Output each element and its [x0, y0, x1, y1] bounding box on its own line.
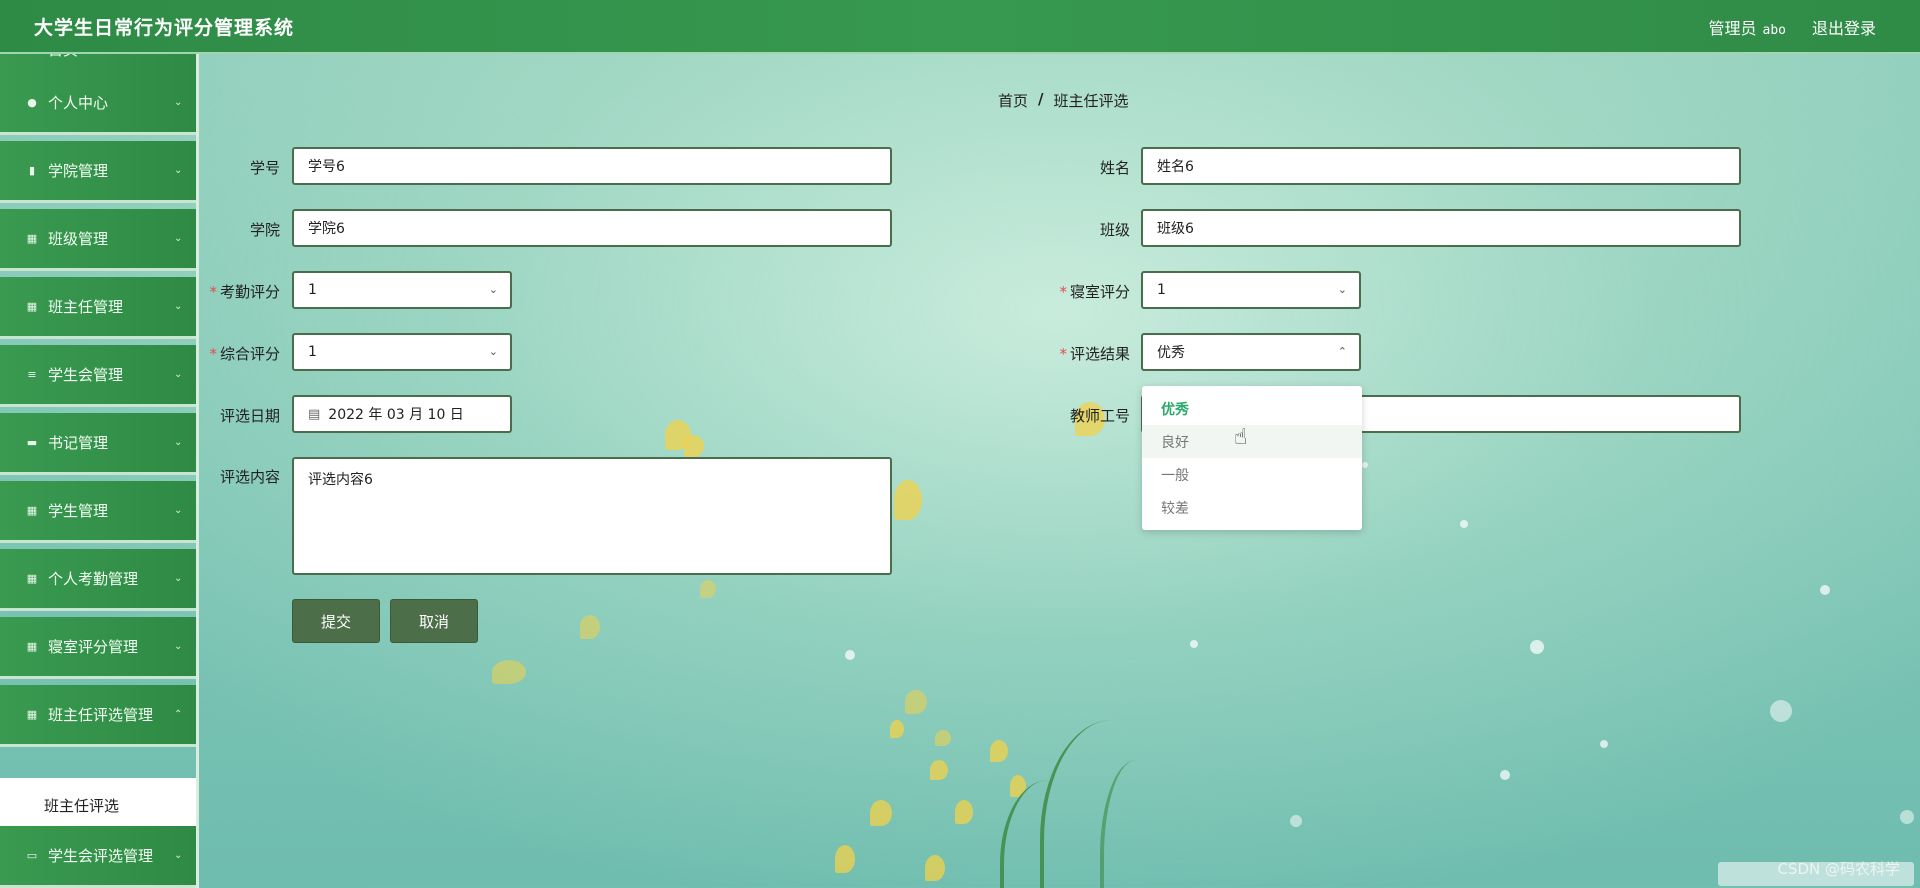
required-mark: *	[1059, 283, 1067, 301]
chevron-down-icon: ⌄	[174, 437, 183, 448]
hand-cursor-icon: ☝	[1234, 425, 1248, 450]
chevron-down-icon: ⌄	[174, 233, 183, 244]
result-value: 优秀	[1157, 345, 1185, 361]
sidebar-item-student-union-selection[interactable]: ▭ 学生会评选管理 ⌄	[0, 826, 196, 888]
grid-icon: ▦	[26, 640, 38, 653]
chevron-down-icon: ⌄	[488, 345, 498, 358]
required-mark: *	[209, 345, 217, 363]
sidebar-item-student-union[interactable]: ≡ 学生会管理 ⌄	[0, 345, 196, 407]
sidebar-item-dorm-score[interactable]: ▦ 寝室评分管理 ⌄	[0, 617, 196, 679]
sidebar-item-label: 寝室评分管理	[48, 638, 139, 656]
chevron-down-icon: ⌄	[1337, 283, 1347, 296]
grid-icon: ▦	[26, 708, 38, 721]
chevron-down-icon: ⌄	[174, 97, 183, 108]
dorm-score-select[interactable]: 1 ⌄	[1141, 271, 1361, 309]
grid-icon: ▦	[26, 300, 38, 313]
grid-icon: ▦	[26, 572, 38, 585]
sidebar-item-label: 首页	[48, 54, 196, 60]
content-textarea[interactable]: 评选内容6	[292, 457, 892, 575]
dorm-score-value: 1	[1157, 282, 1166, 298]
dropdown-option[interactable]: 较差	[1142, 491, 1362, 524]
sidebar-item-college[interactable]: ▮ 学院管理 ⌄	[0, 141, 196, 203]
user-name: abo	[1762, 23, 1786, 38]
required-mark: *	[209, 283, 217, 301]
sidebar-item-label: 班主任管理	[48, 298, 124, 316]
sidebar-item-head-teacher[interactable]: ▦ 班主任管理 ⌄	[0, 277, 196, 339]
sidebar-item-student[interactable]: ▦ 学生管理 ⌄	[0, 481, 196, 543]
name-label: 姓名	[1099, 159, 1130, 177]
sidebar-item-label: 班主任评选管理	[48, 706, 154, 724]
sidebar-item-label: 学生会评选管理	[48, 847, 154, 865]
sidebar-item-label: 学院管理	[48, 162, 109, 180]
sidebar-menu: ⌂ 首页 ● 个人中心 ⌄ ▮ 学院管理 ⌄ ▦ 班级管理 ⌄ ▦ 班主任管理 …	[0, 54, 197, 888]
calendar-icon: ▤	[308, 406, 321, 422]
sidebar-item-attendance[interactable]: ▦ 个人考勤管理 ⌄	[0, 549, 196, 611]
dropdown-option[interactable]: 一般	[1142, 458, 1362, 491]
chevron-down-icon: ⌄	[174, 505, 183, 516]
sidebar-item-secretary[interactable]: ▬ 书记管理 ⌄	[0, 413, 196, 475]
watermark: CSDN @码农科学	[1777, 860, 1900, 878]
ticket-icon: ▭	[26, 849, 38, 862]
chevron-down-icon: ⌄	[174, 301, 183, 312]
dropdown-option[interactable]: 良好	[1142, 425, 1362, 458]
chevron-down-icon: ⌄	[174, 165, 183, 176]
logout-link[interactable]: 退出登录	[1812, 15, 1876, 39]
breadcrumb-separator: /	[1038, 90, 1044, 108]
sidebar-item-personal-center[interactable]: ● 个人中心 ⌄	[0, 73, 196, 135]
breadcrumb-current: 班主任评选	[1053, 92, 1129, 110]
attendance-score-select[interactable]: 1 ⌄	[292, 271, 512, 309]
class-label: 班级	[1099, 221, 1130, 239]
chevron-up-icon: ⌃	[1337, 345, 1347, 358]
sidebar-divider	[196, 54, 199, 888]
college-input[interactable]: 学院6	[292, 209, 892, 247]
teacher-no-label: 教师工号	[1069, 407, 1130, 425]
user-icon: ●	[27, 96, 37, 109]
result-select[interactable]: 优秀 ⌃	[1141, 333, 1361, 371]
sidebar-item-head-teacher-selection[interactable]: ▦ 班主任评选管理 ⌃	[0, 685, 196, 747]
sidebar-item-class[interactable]: ▦ 班级管理 ⌄	[0, 209, 196, 271]
chevron-down-icon: ⌄	[488, 283, 498, 296]
overall-score-value: 1	[308, 344, 317, 360]
sidebar-item-label: 班级管理	[48, 230, 109, 248]
chevron-down-icon: ⌄	[174, 850, 183, 861]
sidebar-item-label: 个人中心	[48, 94, 109, 112]
attendance-score-value: 1	[308, 282, 317, 298]
sidebar-item-label: 学生会管理	[48, 366, 124, 384]
cancel-button[interactable]: 取消	[390, 599, 478, 643]
app-title: 大学生日常行为评分管理系统	[34, 17, 295, 39]
list-icon: ≡	[27, 368, 37, 381]
dropdown-option[interactable]: 优秀	[1142, 392, 1362, 425]
sidebar-subitem-head-teacher-selection[interactable]: 班主任评选	[0, 778, 196, 832]
sidebar-item-label: 学生管理	[48, 502, 109, 520]
breadcrumb: 首页 / 班主任评选	[998, 90, 1129, 111]
current-user: 管理员 abo	[1708, 15, 1786, 39]
submit-button[interactable]: 提交	[292, 599, 380, 643]
breadcrumb-home[interactable]: 首页	[998, 90, 1028, 111]
date-value: 2022 年 03 月 10 日	[328, 407, 464, 423]
sidebar-item-label: 个人考勤管理	[48, 570, 139, 588]
chevron-up-icon: ⌃	[174, 709, 183, 720]
required-mark: *	[1059, 345, 1067, 363]
result-dropdown: 优秀 良好 一般 较差	[1142, 386, 1362, 530]
student-no-input[interactable]: 学号6	[292, 147, 892, 185]
date-picker[interactable]: ▤ 2022 年 03 月 10 日	[292, 395, 512, 433]
header-user-area: 管理员 abo 退出登录	[1708, 15, 1876, 39]
sidebar-item-label: 书记管理	[48, 434, 109, 452]
class-input[interactable]: 班级6	[1141, 209, 1741, 247]
overall-score-select[interactable]: 1 ⌄	[292, 333, 512, 371]
result-label: * 评选结果	[1059, 345, 1130, 363]
chevron-down-icon: ⌄	[174, 573, 183, 584]
chevron-down-icon: ⌄	[174, 369, 183, 380]
top-header: 大学生日常行为评分管理系统 管理员 abo 退出登录	[0, 0, 1920, 54]
dorm-score-label: * 寝室评分	[1059, 283, 1130, 301]
user-role: 管理员	[1708, 19, 1757, 38]
chevron-down-icon: ⌄	[174, 641, 183, 652]
name-input[interactable]: 姓名6	[1141, 147, 1741, 185]
grid-icon: ▦	[26, 504, 38, 517]
bar-chart-icon: ▮	[28, 164, 36, 177]
grid-icon: ▦	[26, 232, 38, 245]
home-icon: ⌂	[26, 54, 38, 56]
briefcase-icon: ▬	[26, 436, 38, 449]
